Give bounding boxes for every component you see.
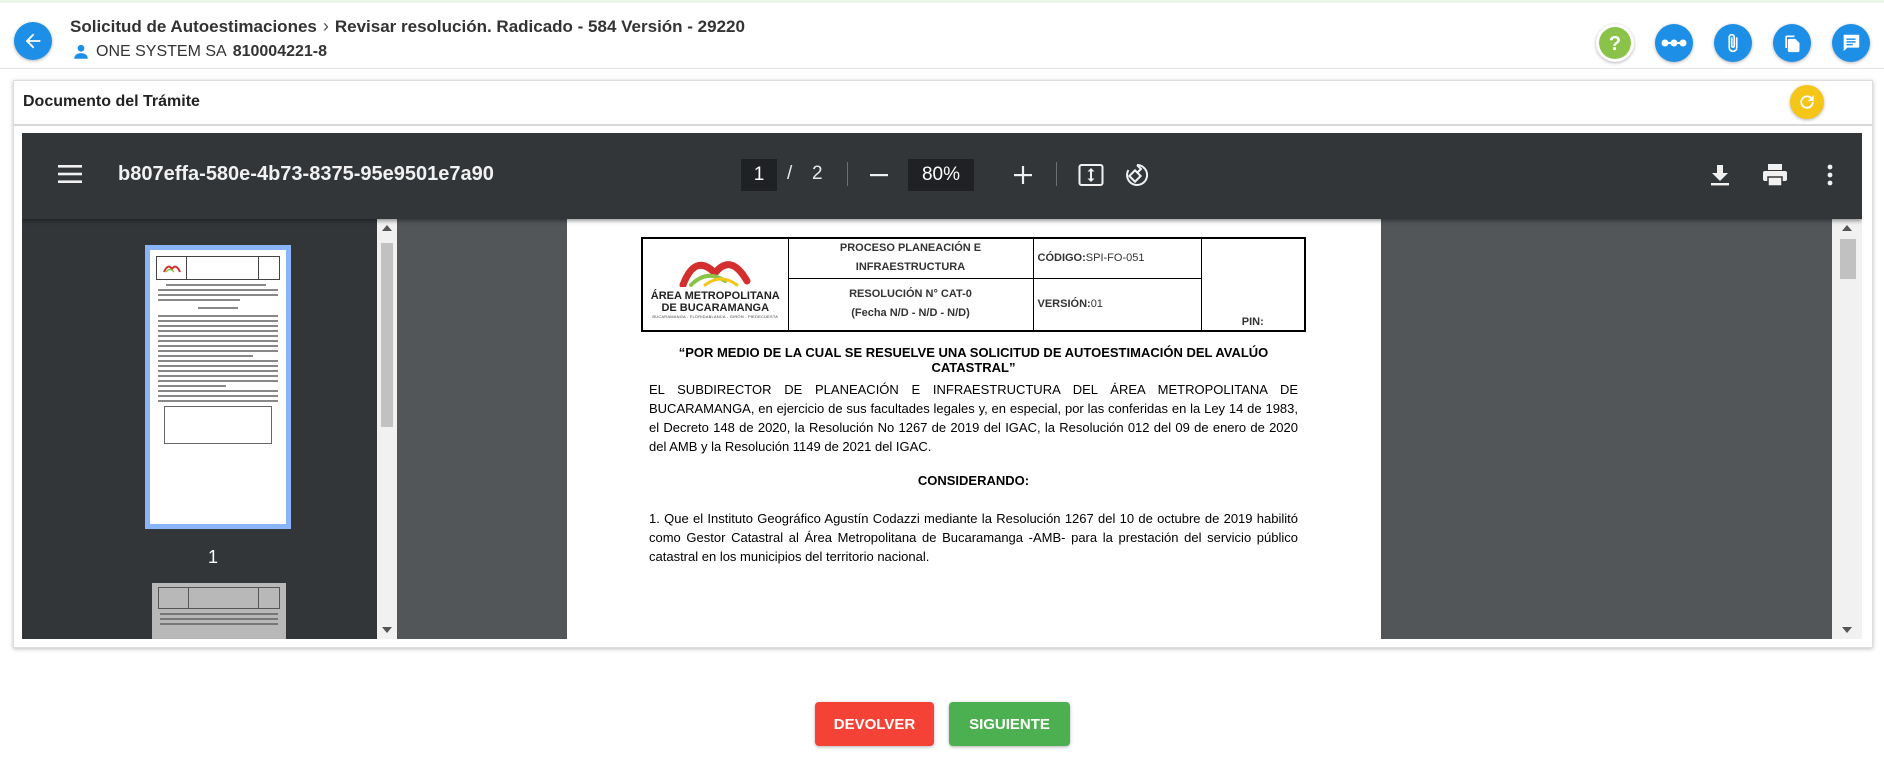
svg-text:?: ? bbox=[1609, 33, 1621, 55]
logo-cell: ÁREA METROPOLITANA DE BUCARAMANGA BUCARA… bbox=[641, 237, 789, 332]
more-vertical-icon bbox=[1827, 164, 1833, 186]
amb-logo-icon bbox=[679, 260, 751, 288]
attachment-icon bbox=[1728, 33, 1738, 53]
download-button[interactable] bbox=[1706, 161, 1734, 189]
document-paragraph-1: EL SUBDIRECTOR DE PLANEACIÓN E INFRAESTR… bbox=[649, 382, 1298, 454]
minus-icon bbox=[870, 174, 888, 177]
scroll-down-icon[interactable] bbox=[1842, 627, 1852, 633]
card-divider bbox=[14, 124, 1872, 126]
fit-page-button[interactable] bbox=[1077, 161, 1105, 189]
company-nit: 810004221-8 bbox=[232, 43, 328, 60]
breadcrumb-current: Revisar resolución. Radicado - 584 Versi… bbox=[334, 16, 745, 36]
scroll-up-icon[interactable] bbox=[1842, 225, 1852, 231]
attachments-button[interactable] bbox=[1714, 24, 1752, 62]
document-considerando: CONSIDERANDO: bbox=[917, 473, 1030, 488]
logo-name-line1: ÁREA METROPOLITANA bbox=[650, 289, 780, 302]
pin-label: PIN: bbox=[1200, 237, 1306, 332]
more-horizontal-icon bbox=[1661, 39, 1687, 47]
workflow-button[interactable] bbox=[1655, 24, 1693, 62]
chevron-right-icon: › bbox=[322, 16, 329, 36]
resolution-cell: RESOLUCIÓN N° CAT-0 (Fecha N/D - N/D - N… bbox=[787, 277, 1034, 332]
code-cell: CÓDIGO:SPI-FO-051 bbox=[1032, 237, 1202, 279]
page-number-input[interactable]: 1 bbox=[741, 159, 777, 191]
version-cell: VERSIÓN:01 bbox=[1032, 277, 1202, 332]
more-options-button[interactable] bbox=[1816, 161, 1844, 189]
pdf-toolbar: b807effa-580e-4b73-8375-95e9501e7a90 1 /… bbox=[22, 133, 1862, 219]
thumbnail-scroll-handle[interactable] bbox=[381, 243, 393, 427]
document-card: Documento del Trámite b807effa-580e-4b73… bbox=[13, 80, 1873, 648]
thumbnail-scrollbar[interactable] bbox=[377, 219, 397, 639]
scroll-up-icon[interactable] bbox=[382, 225, 392, 231]
documents-icon bbox=[1785, 35, 1800, 53]
zoom-out-button[interactable] bbox=[865, 161, 893, 189]
refresh-button[interactable] bbox=[1790, 85, 1824, 119]
thumbnail-page-number: 1 bbox=[208, 547, 219, 567]
rotate-button[interactable] bbox=[1123, 161, 1151, 189]
menu-icon bbox=[58, 165, 82, 183]
pdf-file-name: b807effa-580e-4b73-8375-95e9501e7a90 bbox=[118, 163, 494, 185]
page-total: 2 bbox=[812, 163, 823, 184]
document-header-table: ÁREA METROPOLITANA DE BUCARAMANGA BUCARA… bbox=[641, 237, 1306, 332]
comments-icon bbox=[1843, 34, 1860, 52]
zoom-input[interactable]: 80% bbox=[908, 159, 974, 191]
download-icon bbox=[1711, 165, 1729, 186]
company-info: ONE SYSTEM SA 810004221-8 bbox=[72, 43, 327, 61]
process-title: PROCESO PLANEACIÓN E INFRAESTRUCTURA bbox=[787, 237, 1034, 279]
toolbar-divider bbox=[1056, 162, 1057, 186]
rotate-icon bbox=[1126, 163, 1149, 186]
document-paragraph-2: 1. Que el Instituto Geográfico Agustín C… bbox=[649, 511, 1298, 564]
sidebar-toggle-button[interactable] bbox=[57, 161, 83, 187]
help-icon: ? bbox=[1599, 27, 1631, 59]
user-icon bbox=[74, 44, 88, 59]
arrow-left-icon bbox=[25, 33, 41, 49]
toolbar-divider bbox=[847, 162, 848, 186]
resolution-title: RESOLUCIÓN N° CAT-0 bbox=[849, 288, 972, 301]
company-name: ONE SYSTEM SA bbox=[96, 43, 227, 60]
next-button[interactable]: SIGUIENTE bbox=[949, 702, 1070, 746]
plus-icon bbox=[1014, 166, 1032, 184]
documents-button[interactable] bbox=[1773, 24, 1811, 62]
page-separator: / bbox=[787, 163, 793, 184]
version-value: 01 bbox=[1090, 298, 1103, 311]
logo-tagline: BUCARAMANGA - FLORIDABLANCA - GIRÓN - PI… bbox=[652, 313, 779, 319]
scroll-down-icon[interactable] bbox=[382, 627, 392, 633]
document-scroll-handle[interactable] bbox=[1840, 239, 1856, 279]
version-label: VERSIÓN: bbox=[1037, 298, 1091, 311]
comments-button[interactable] bbox=[1832, 24, 1870, 62]
thumbnail-sidebar: 1 bbox=[22, 219, 397, 639]
logo-name-line2: DE BUCARAMANGA bbox=[661, 301, 770, 314]
breadcrumb-root[interactable]: Solicitud de Autoestimaciones bbox=[70, 17, 317, 37]
document-title: “POR MEDIO DE LA CUAL SE RESUELVE UNA SO… bbox=[678, 345, 1269, 375]
fit-page-icon bbox=[1078, 164, 1104, 186]
pdf-viewer: b807effa-580e-4b73-8375-95e9501e7a90 1 /… bbox=[22, 133, 1862, 639]
code-label: CÓDIGO: bbox=[1037, 252, 1086, 265]
return-button[interactable]: DEVOLVER bbox=[815, 702, 934, 746]
pdf-page: ÁREA METROPOLITANA DE BUCARAMANGA BUCARA… bbox=[567, 219, 1381, 639]
page-thumbnail-2[interactable] bbox=[152, 583, 286, 639]
code-value: SPI-FO-051 bbox=[1085, 252, 1145, 265]
card-title: Documento del Trámite bbox=[23, 93, 200, 110]
refresh-icon bbox=[1800, 94, 1814, 109]
print-icon bbox=[1763, 164, 1787, 187]
header-actions: ? bbox=[1596, 24, 1870, 62]
zoom-in-button[interactable] bbox=[1009, 161, 1037, 189]
print-button[interactable] bbox=[1761, 161, 1789, 189]
resolution-date: (Fecha N/D - N/D - N/D) bbox=[851, 307, 970, 320]
document-scrollbar[interactable] bbox=[1832, 219, 1862, 639]
logo-thumbnail-icon bbox=[162, 265, 181, 273]
page-thumbnail-1[interactable] bbox=[145, 245, 291, 529]
page-header: Solicitud de Autoestimaciones › Revisar … bbox=[0, 3, 1884, 69]
breadcrumb: Solicitud de Autoestimaciones › Revisar … bbox=[70, 16, 745, 37]
back-button[interactable] bbox=[14, 22, 52, 60]
help-button[interactable]: ? bbox=[1596, 24, 1634, 62]
